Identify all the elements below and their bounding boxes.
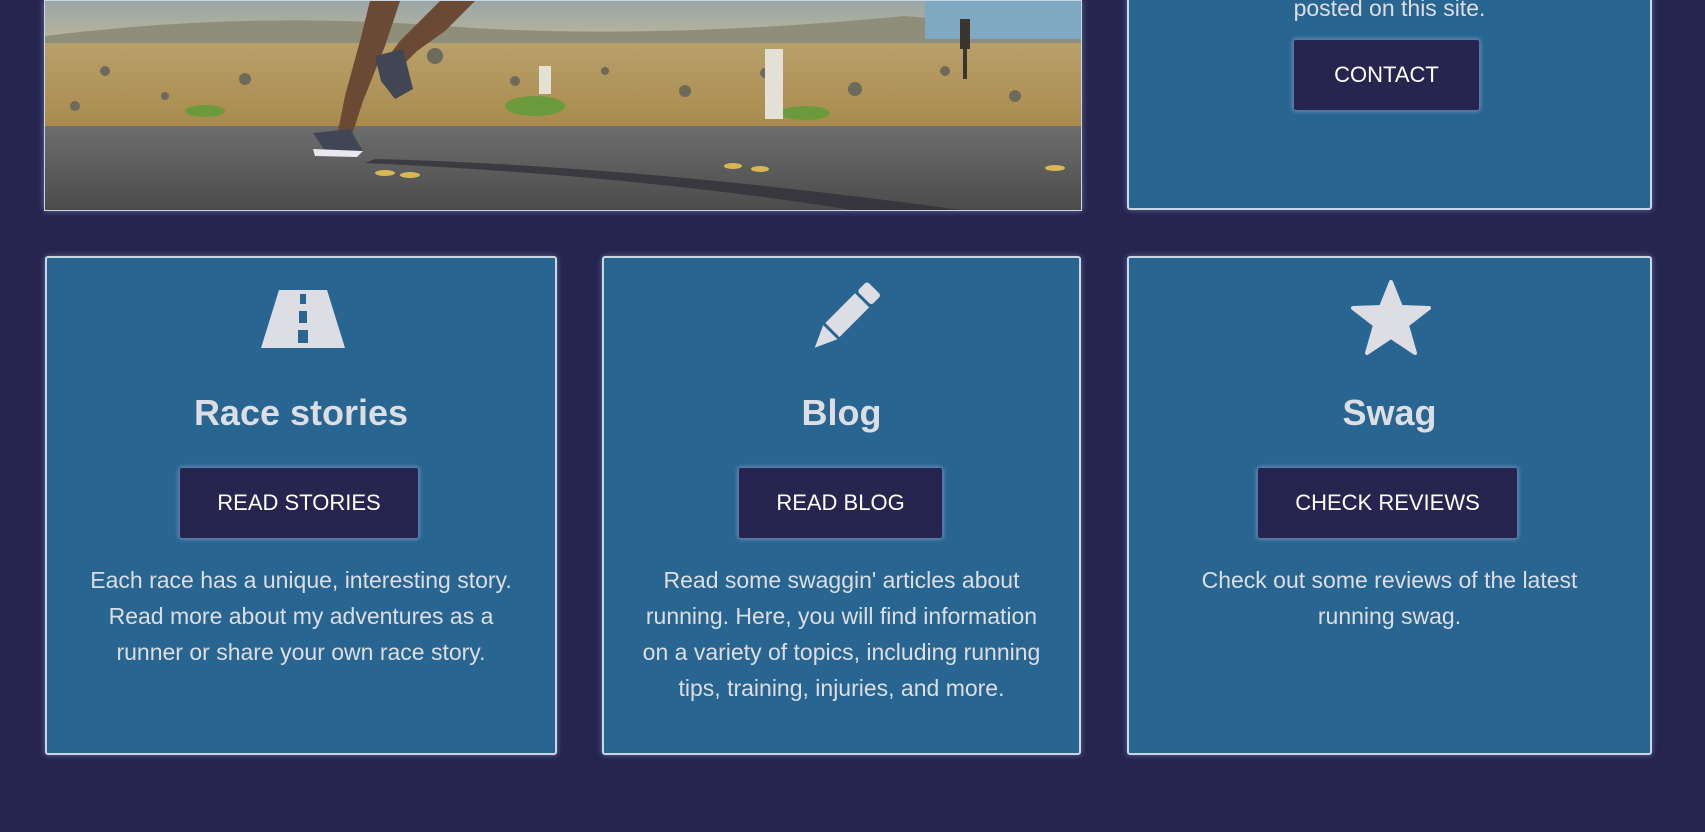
read-stories-button[interactable]: READ STORIES	[179, 467, 419, 539]
contact-card-text: posted on this site.	[1293, 0, 1486, 21]
card-title: Race stories	[193, 392, 409, 433]
card-description: Each race has a unique, interesting stor…	[90, 567, 512, 665]
star-icon	[1351, 280, 1431, 355]
card-description: Read some swaggin' articles about runnin…	[642, 567, 1041, 701]
card-description: Check out some reviews of the latest run…	[1201, 567, 1578, 629]
pencil-icon	[814, 282, 880, 348]
card-title: Swag	[1342, 392, 1437, 433]
card-swag: Swag CHECK REVIEWS Check out some review…	[1127, 256, 1652, 755]
check-reviews-button[interactable]: CHECK REVIEWS	[1257, 467, 1518, 539]
card-race-stories: Race stories READ STORIES Each race has …	[45, 256, 557, 755]
hero-runner-image	[44, 0, 1082, 211]
card-blog: Blog READ BLOG Read some swaggin' articl…	[602, 256, 1081, 755]
card-title: Blog	[801, 392, 882, 433]
contact-card: posted on this site. CONTACT	[1127, 0, 1652, 210]
runner-photo	[45, 1, 1081, 210]
road-icon	[261, 290, 345, 348]
contact-button[interactable]: CONTACT	[1293, 39, 1480, 111]
read-blog-button[interactable]: READ BLOG	[738, 467, 943, 539]
